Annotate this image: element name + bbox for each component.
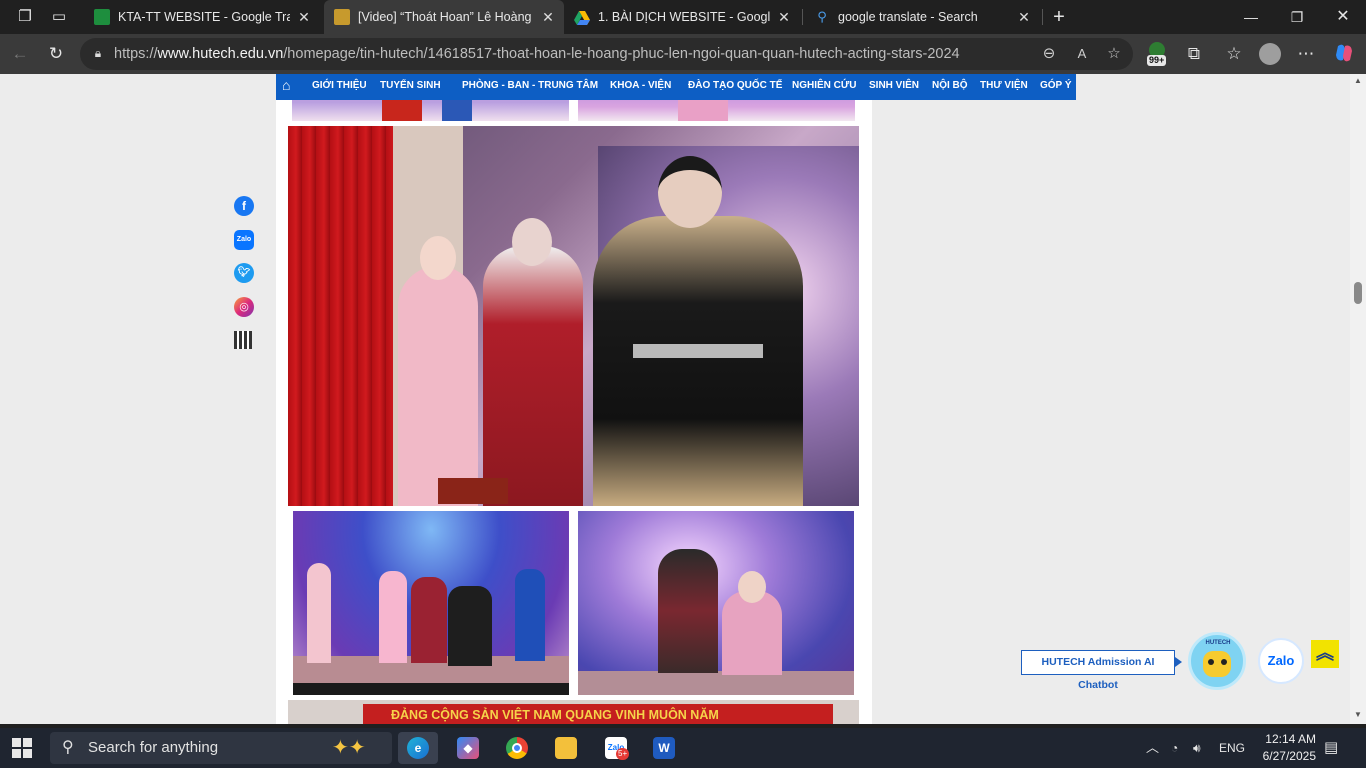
taskbar-search-placeholder: Search for anything <box>88 739 219 756</box>
url-path: /homepage/tin-hutech/14618517-thoat-hoan… <box>283 46 960 62</box>
main-performance-photo <box>288 126 859 506</box>
nav-dao-tao-quoc-te[interactable]: ĐÀO TẠO QUỐC TẾ <box>688 74 782 98</box>
tab-google-translate-search[interactable]: ⚲ google translate - Search ✕ <box>804 4 1040 30</box>
extensions-puzzle-icon[interactable]: ⧉ <box>1182 42 1206 66</box>
nav-noi-bo[interactable]: NỘI BỘ <box>932 74 968 98</box>
workspaces-icon[interactable]: ❐ <box>14 6 36 28</box>
tab-actions-icon[interactable]: ▭ <box>48 6 70 28</box>
nav-nghien-cuu[interactable]: NGHIÊN CỨU <box>792 74 856 98</box>
chatbot-button[interactable]: HUTECH <box>1188 632 1246 690</box>
nav-thu-vien[interactable]: THƯ VIỆN <box>980 74 1028 98</box>
page-scrollbar[interactable]: ▲ ▼ <box>1350 74 1366 724</box>
stage-photo-right <box>578 511 854 695</box>
chatbot-label[interactable]: HUTECH Admission AI Chatbot <box>1021 650 1175 691</box>
read-aloud-icon[interactable]: A <box>1070 42 1094 66</box>
google-sheets-icon <box>94 9 110 25</box>
zalo-icon[interactable]: Zalo <box>234 230 254 250</box>
nav-gioi-thieu[interactable]: GIỚI THIỆU <box>312 74 367 98</box>
new-tab-icon[interactable]: + <box>1048 6 1070 28</box>
nav-sinh-vien[interactable]: SINH VIÊN <box>869 74 919 98</box>
taskbar-clock[interactable]: 12:14 AM 6/27/2025 <box>1250 731 1316 765</box>
scroll-up-arrow-icon[interactable]: ▲ <box>1353 76 1363 85</box>
tab-video-thoat-hoan[interactable]: [Video] “Thoát Hoan” Lê Hoàng P ✕ <box>324 0 564 34</box>
refresh-icon[interactable]: ↻ <box>44 42 68 66</box>
url-domain: www.hutech.edu.vn <box>157 46 284 62</box>
favorites-icon[interactable]: ☆ <box>1222 42 1246 66</box>
home-icon[interactable]: ⌂ <box>282 77 298 93</box>
windows-start-icon[interactable] <box>12 738 32 758</box>
extension-badge: 99+ <box>1147 55 1167 66</box>
taskbar-file-explorer[interactable] <box>546 732 586 764</box>
clock-time: 12:14 AM <box>1265 732 1316 746</box>
next-photo-banner: ĐẢNG CỘNG SẢN VIỆT NAM QUANG VINH MUÔN N… <box>288 700 859 724</box>
chatbot-badge: HUTECH <box>1205 640 1231 646</box>
tab-separator <box>802 9 803 25</box>
url-prefix: https:// <box>114 46 158 62</box>
taskbar-zalo[interactable]: Zalo 5+ <box>596 732 636 764</box>
nav-khoa-vien[interactable]: KHOA - VIỆN <box>610 74 671 98</box>
site-main-nav: ⌂ GIỚI THIỆU TUYỂN SINH PHÒNG - BAN - TR… <box>276 74 1076 100</box>
url-text[interactable]: https://www.hutech.edu.vn/homepage/tin-h… <box>114 38 960 70</box>
nav-tuyen-sinh[interactable]: TUYỂN SINH <box>380 74 441 98</box>
qr-code-icon[interactable] <box>234 331 252 349</box>
hutech-favicon-icon <box>334 9 350 25</box>
twitter-icon[interactable]: 🐦︎ <box>234 263 254 283</box>
taskbar-chrome[interactable] <box>497 732 537 764</box>
tab-bai-dich-website[interactable]: 1. BÀI DỊCH WEBSITE - Google Dri ✕ <box>564 4 800 30</box>
stage-photo-left <box>293 511 569 695</box>
nav-gop-y[interactable]: GÓP Ý <box>1040 74 1072 98</box>
restore-icon[interactable]: ❐ <box>1274 0 1320 34</box>
show-hidden-icons-icon[interactable]: ︿ <box>1146 728 1159 768</box>
tab-title: google translate - Search <box>838 10 978 24</box>
extension-icon[interactable]: 99+ <box>1145 42 1169 66</box>
scroll-to-top-icon[interactable]: ︽ <box>1311 640 1339 668</box>
tab-kta-tt-website[interactable]: KTA-TT WEBSITE - Google Trang t ✕ <box>84 4 320 30</box>
more-menu-icon[interactable]: ⋯ <box>1294 42 1318 66</box>
close-tab-icon[interactable]: ✕ <box>540 0 556 34</box>
clock-date: 6/27/2025 <box>1262 749 1316 763</box>
tab-separator <box>1042 9 1043 25</box>
close-tab-icon[interactable]: ✕ <box>776 4 792 30</box>
favorite-star-icon[interactable]: ☆ <box>1102 42 1126 66</box>
wifi-icon[interactable]: ◔ <box>1171 728 1178 768</box>
taskbar-word[interactable]: W <box>644 732 684 764</box>
search-icon: ⚲ <box>817 9 827 24</box>
instagram-icon[interactable]: ◎ <box>234 297 254 317</box>
banner-text: ĐẢNG CỘNG SẢN VIỆT NAM QUANG VINH MUÔN N… <box>363 704 833 724</box>
taskbar-copilot[interactable]: ◆ <box>448 732 488 764</box>
address-bar[interactable]: 🔒︎ https://www.hutech.edu.vn/homepage/ti… <box>80 38 1133 70</box>
zalo-chat-button[interactable]: Zalo <box>1258 638 1304 684</box>
tab-title: [Video] “Thoát Hoan” Lê Hoàng P <box>358 10 534 24</box>
page-viewport: ĐẢNG CỘNG SẢN VIỆT NAM QUANG VINH MUÔN N… <box>0 74 1350 724</box>
facebook-icon[interactable]: f <box>234 196 254 216</box>
sparkle-icon: ✦✦ <box>332 737 366 759</box>
google-drive-icon <box>574 9 590 25</box>
copilot-icon[interactable] <box>1332 42 1356 66</box>
profile-avatar[interactable] <box>1258 42 1282 66</box>
chatbot-pointer <box>1175 657 1182 667</box>
tab-title: KTA-TT WEBSITE - Google Trang t <box>118 10 290 24</box>
search-icon: ⚲ <box>62 739 74 756</box>
scroll-down-arrow-icon[interactable]: ▼ <box>1353 710 1363 719</box>
browser-tab-bar: ❐ ▭ KTA-TT WEBSITE - Google Trang t ✕ [V… <box>0 0 1366 34</box>
zoom-icon[interactable]: ⊖ <box>1037 42 1061 66</box>
windows-taskbar: ⚲ Search for anything ✦✦ e ◆ Zalo 5+ W ︿… <box>0 728 1366 768</box>
scrollbar-thumb[interactable] <box>1354 282 1362 304</box>
nav-phong-ban-trung-tam[interactable]: PHÒNG - BAN - TRUNG TÂM <box>462 74 598 98</box>
minimize-icon[interactable]: — <box>1228 0 1274 34</box>
tab-title: 1. BÀI DỊCH WEBSITE - Google Dri <box>598 10 770 24</box>
notifications-icon[interactable]: ▤ <box>1324 728 1338 768</box>
back-icon[interactable]: ← <box>8 42 32 66</box>
browser-toolbar: ← ↻ 🔒︎ https://www.hutech.edu.vn/homepag… <box>0 34 1366 74</box>
close-tab-icon[interactable]: ✕ <box>1016 4 1032 30</box>
volume-icon[interactable]: 🔊︎ <box>1193 728 1201 768</box>
zalo-badge: 5+ <box>616 748 630 760</box>
close-window-icon[interactable]: ✕ <box>1320 0 1366 34</box>
close-tab-icon[interactable]: ✕ <box>296 4 312 30</box>
taskbar-edge[interactable]: e <box>398 732 438 764</box>
lock-icon: 🔒︎ <box>94 46 102 60</box>
language-indicator[interactable]: ENG <box>1219 728 1245 768</box>
taskbar-search-box[interactable]: ⚲ Search for anything ✦✦ <box>50 732 392 764</box>
